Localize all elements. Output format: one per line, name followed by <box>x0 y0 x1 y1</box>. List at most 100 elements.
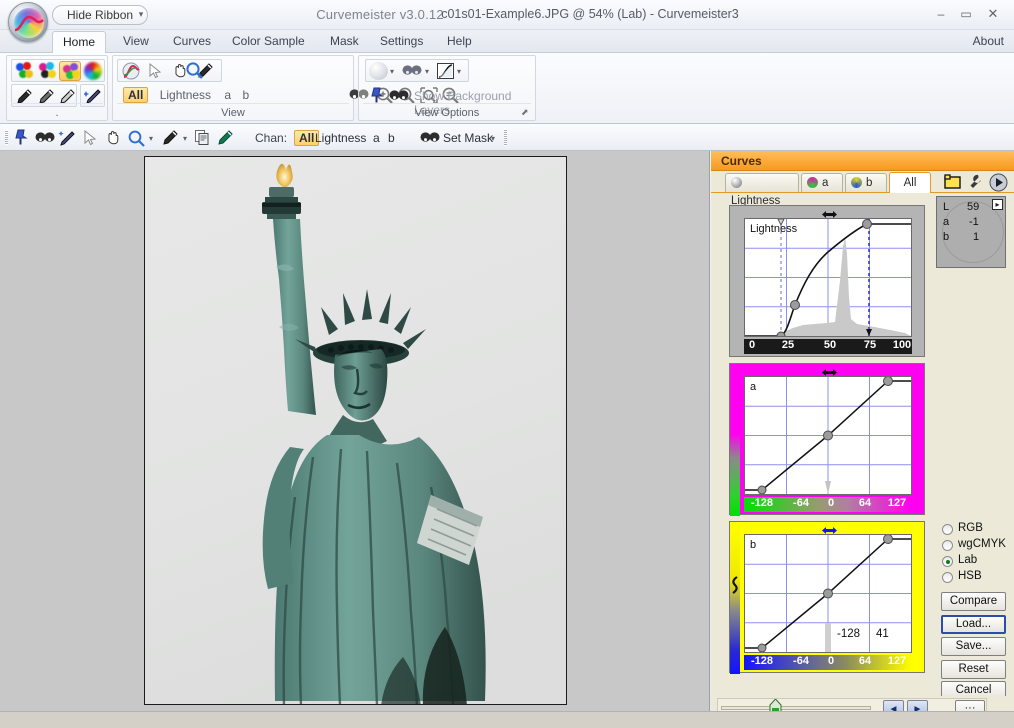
curvemeister-tool-icon[interactable] <box>120 61 142 81</box>
save-button[interactable]: Save... <box>941 637 1006 656</box>
color-mode-rgb-icon[interactable] <box>13 61 35 81</box>
minimize-button[interactable]: – <box>930 6 952 24</box>
paste-curve-icon[interactable] <box>216 128 237 147</box>
a-plot[interactable]: a <box>744 376 912 495</box>
window-controls: – ▭ ✕ <box>926 6 1006 24</box>
lightness-plot[interactable]: Lightness <box>744 218 912 341</box>
view-options-dialog-launcher-icon[interactable]: ⬈ <box>521 107 532 118</box>
close-button[interactable]: ✕ <box>982 6 1004 24</box>
b-plot-label: b <box>750 539 757 551</box>
curves-tab-all[interactable]: All <box>889 172 931 193</box>
document-image[interactable] <box>144 156 567 705</box>
b-curve-arrow-icon[interactable] <box>730 576 741 594</box>
readout-expand-icon[interactable]: ▸ <box>992 199 1003 210</box>
ribbon-group-view-label: View <box>221 107 245 119</box>
view-channel-lightness[interactable]: Lightness <box>160 88 211 102</box>
ribbon-tab-home[interactable]: Home <box>52 31 106 54</box>
a-curve-box[interactable]: a -128 -64 0 64 127 <box>729 363 925 516</box>
image-canvas-area[interactable] <box>0 151 710 711</box>
curve-dropdown-caret-icon[interactable]: ▾ <box>457 67 465 76</box>
pointer-tool-icon[interactable] <box>145 61 167 81</box>
set-mask-label[interactable]: Set Mask <box>443 131 493 145</box>
ribbon-tab-view[interactable]: View <box>110 30 162 53</box>
mask-dropdown-caret-icon[interactable]: ▾ <box>425 67 433 76</box>
chan-a-button[interactable]: a <box>373 131 380 145</box>
ribbon-tab-mask[interactable]: Mask <box>317 30 372 53</box>
readout-value-a: -1 <box>969 216 979 228</box>
new-curve-icon[interactable] <box>943 173 963 192</box>
curves-panel-title: Curves <box>721 154 762 168</box>
pointer-toolbar-icon[interactable] <box>81 128 102 147</box>
b-curve-box[interactable]: b -128 41 -128 -64 0 64 127 <box>729 521 925 674</box>
lab-readout: L 59 a -1 b 1 ▸ <box>936 196 1006 268</box>
a-left-gradient <box>730 364 740 516</box>
search-zoom-icon[interactable] <box>185 61 207 81</box>
reset-button[interactable]: Reset <box>941 660 1006 679</box>
color-mode-cmyk-icon[interactable] <box>36 61 58 81</box>
ribbon-tab-strip: Home View Curves Color Sample Mask Setti… <box>0 30 1014 54</box>
color-mode-hsb-icon[interactable] <box>82 61 104 81</box>
mask-preview-icon[interactable] <box>402 64 422 80</box>
ribbon-group-color-tools: . <box>6 55 108 121</box>
view-channel-b[interactable]: b <box>242 88 249 102</box>
magic-wand-toolbar-icon[interactable] <box>58 128 79 147</box>
b-channel-swatch-icon <box>851 177 862 188</box>
background-sphere-icon[interactable] <box>369 62 388 80</box>
curves-tab-underline <box>711 192 1014 193</box>
a-axis: -128 -64 0 64 127 <box>744 497 912 512</box>
logo-curve-icon <box>14 15 44 32</box>
app-menu-button[interactable] <box>8 2 48 42</box>
lightness-curve-svg <box>745 218 911 341</box>
b-top-grip[interactable] <box>822 524 837 534</box>
radio-rgb-circle <box>942 524 953 535</box>
eyedropper-caret-icon[interactable]: ▾ <box>183 134 191 143</box>
view-channel-all-button[interactable]: All <box>123 87 149 103</box>
ribbon-tab-help[interactable]: Help <box>434 30 485 53</box>
toolbar-overflow-grip[interactable] <box>504 129 507 146</box>
set-mask-icon[interactable] <box>420 128 441 147</box>
ribbon-tab-curves[interactable]: Curves <box>160 30 224 53</box>
view-channel-a[interactable]: a <box>224 88 231 102</box>
statue-of-liberty-photo <box>145 157 566 704</box>
zoom-caret-icon[interactable]: ▾ <box>149 134 157 143</box>
zoom-toolbar-icon[interactable] <box>127 128 148 147</box>
secondary-toolbar: ▾ ▾ Chan: All Lightness a b Set Mask ▾ <box>0 124 1014 151</box>
ribbon-body: . All Lightness a b View ▾ ▾ ▾ Show Back… <box>0 53 1014 124</box>
b-plot[interactable]: b -128 41 <box>744 534 912 653</box>
about-link[interactable]: About <box>973 30 1004 52</box>
lightness-top-grip[interactable] <box>822 208 837 218</box>
hand-toolbar-icon[interactable] <box>104 128 125 147</box>
lightness-curve-box[interactable]: Lightness 0 25 50 75 100 <box>729 205 925 357</box>
play-icon[interactable] <box>989 173 1009 192</box>
copy-icon[interactable] <box>194 128 215 147</box>
chan-lightness-button[interactable]: Lightness <box>315 131 366 145</box>
background-dropdown-caret-icon[interactable]: ▾ <box>390 67 398 76</box>
maximize-button[interactable]: ▭ <box>955 6 977 24</box>
eyedropper-toolbar-icon[interactable] <box>161 128 182 147</box>
zoom-tool-icon[interactable] <box>220 61 222 81</box>
document-title-label: c01s01-Example6.JPG @ 54% (Lab) - Curvem… <box>441 7 739 21</box>
pin-icon[interactable] <box>12 128 33 147</box>
curves-tab-a[interactable]: a <box>801 173 843 192</box>
b-axis: -128 -64 0 64 127 <box>744 655 912 670</box>
wrench-icon[interactable] <box>966 173 986 192</box>
readout-value-l: 59 <box>967 201 980 213</box>
color-mode-lab-icon[interactable] <box>59 61 81 81</box>
ribbon-tab-settings[interactable]: Settings <box>367 30 436 53</box>
chan-label: Chan: <box>255 131 288 145</box>
ribbon-tab-color-sample[interactable]: Color Sample <box>219 30 318 53</box>
load-button[interactable]: Load... <box>941 615 1006 634</box>
a-channel-swatch-icon <box>807 177 818 188</box>
mask-glasses-toolbar-icon[interactable] <box>35 128 56 147</box>
curves-tab-b[interactable]: b <box>845 173 887 192</box>
readout-value-b: 1 <box>973 231 980 243</box>
toolbar-grip[interactable] <box>5 130 8 145</box>
set-mask-caret-icon[interactable]: ▾ <box>491 134 499 143</box>
curves-tab-lightness[interactable]: Lightness <box>725 173 799 207</box>
curve-slider-track[interactable] <box>721 706 871 710</box>
curve-preview-icon[interactable] <box>437 63 454 79</box>
b-annotation-min: -128 <box>837 628 861 640</box>
chan-b-button[interactable]: b <box>388 131 395 145</box>
compare-button[interactable]: Compare <box>941 592 1006 611</box>
a-top-grip[interactable] <box>822 366 837 376</box>
